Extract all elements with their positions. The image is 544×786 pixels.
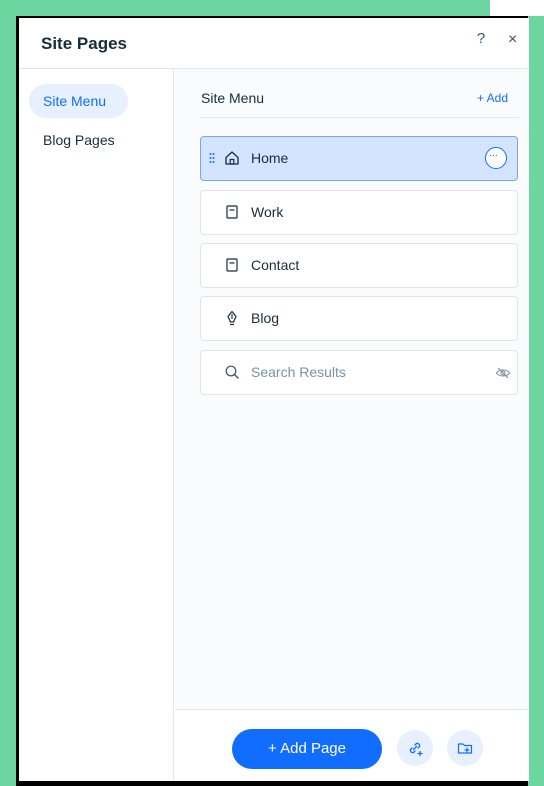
section-title: Site Menu: [201, 90, 265, 106]
add-page-button[interactable]: + Add Page: [232, 729, 382, 769]
page-label: Home: [251, 150, 289, 166]
sidebar: Site Menu Blog Pages: [19, 69, 174, 781]
add-button[interactable]: + Add: [477, 91, 508, 105]
background-frame: [0, 0, 490, 16]
background-frame: [528, 0, 544, 786]
page-label: Contact: [251, 257, 300, 273]
page-row-search-results[interactable]: Search Results: [200, 350, 518, 395]
add-link-button[interactable]: [397, 730, 433, 766]
add-folder-button[interactable]: [447, 730, 483, 766]
page-row-contact[interactable]: Contact: [200, 243, 518, 288]
background-frame: [0, 0, 16, 786]
page-row-work[interactable]: Work: [200, 190, 518, 235]
page-row-home[interactable]: Home ···: [200, 136, 518, 181]
hidden-eye-icon[interactable]: [495, 365, 511, 381]
page-label: Search Results: [251, 364, 346, 380]
page-row-blog[interactable]: Blog: [200, 296, 518, 341]
panel-footer: + Add Page: [175, 709, 529, 781]
main-content: Site Menu + Add Home ··· Work Contact Bl…: [175, 69, 529, 781]
panel-title: Site Pages: [41, 34, 127, 53]
add-link-icon: [409, 742, 423, 757]
drag-handle-icon[interactable]: [209, 151, 215, 165]
page-icon: [226, 258, 238, 272]
blog-pen-icon: [227, 310, 237, 326]
home-icon: [225, 151, 239, 165]
divider: [200, 117, 519, 118]
site-pages-panel: Site Pages ? × Site Menu Blog Pages Site…: [19, 18, 529, 781]
page-label: Blog: [251, 310, 280, 326]
page-icon: [226, 205, 238, 219]
panel-header: Site Pages ? ×: [19, 18, 529, 69]
search-icon: [225, 365, 239, 379]
background-frame: [490, 0, 544, 16]
more-actions-button[interactable]: ···: [485, 147, 507, 169]
add-folder-icon: [457, 743, 473, 754]
more-icon: ···: [489, 150, 498, 161]
close-button[interactable]: ×: [508, 31, 517, 49]
sidebar-item-site-menu[interactable]: Site Menu: [29, 84, 128, 118]
help-button[interactable]: ?: [473, 30, 489, 47]
sidebar-item-blog-pages[interactable]: Blog Pages: [43, 132, 115, 148]
page-label: Work: [251, 204, 284, 220]
